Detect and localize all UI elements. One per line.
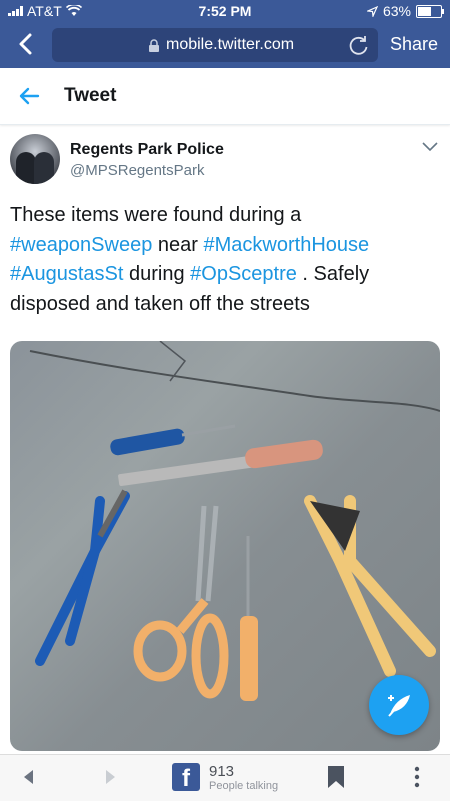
- bookmark-icon[interactable]: [326, 765, 346, 789]
- author-handle[interactable]: @MPSRegentsPark: [70, 162, 204, 179]
- tweet-text-segment: near: [152, 233, 204, 256]
- previous-page-icon[interactable]: [22, 769, 34, 785]
- status-bar: AT&T 7:52 PM 63%: [0, 0, 450, 22]
- battery-icon: [416, 4, 444, 18]
- chevron-down-icon[interactable]: [422, 142, 438, 152]
- back-arrow-icon[interactable]: [18, 86, 40, 106]
- browser-bottom-bar: f 913 People talking: [0, 754, 450, 801]
- reload-icon[interactable]: [348, 34, 370, 56]
- hashtag-link[interactable]: #MackworthHouse: [204, 234, 370, 256]
- location-arrow-icon: [366, 5, 378, 17]
- lock-icon: [149, 39, 159, 52]
- tweet-text-segment: during: [123, 263, 191, 285]
- tweet-page-header: Tweet: [0, 68, 450, 125]
- share-button[interactable]: Share: [390, 34, 438, 55]
- avatar[interactable]: [10, 134, 60, 184]
- browser-toolbar: mobile.twitter.com Share: [0, 22, 450, 68]
- browser-back-icon[interactable]: [14, 31, 40, 57]
- author-display-name[interactable]: Regents Park Police: [70, 141, 224, 159]
- compose-feather-icon: [388, 695, 410, 717]
- next-page-icon[interactable]: [105, 769, 117, 785]
- more-options-icon[interactable]: [414, 765, 420, 789]
- compose-tweet-button[interactable]: [369, 675, 429, 735]
- url-text: mobile.twitter.com: [166, 36, 295, 53]
- hashtag-link[interactable]: #OpSceptre: [190, 263, 297, 285]
- facebook-icon[interactable]: f: [172, 763, 200, 792]
- address-bar[interactable]: mobile.twitter.com: [52, 28, 378, 62]
- battery-percent: 63%: [382, 3, 411, 19]
- hashtag-link[interactable]: #weaponSweep: [10, 234, 152, 256]
- page-title: Tweet: [64, 85, 117, 106]
- tweet-text: These items were found during a #weaponS…: [10, 201, 440, 319]
- people-talking-count: 913: [209, 763, 235, 780]
- hashtag-link[interactable]: #AugustasSt: [10, 263, 123, 285]
- people-talking-label: People talking: [209, 780, 279, 792]
- tweet-text-segment: These items were found during a: [10, 204, 302, 226]
